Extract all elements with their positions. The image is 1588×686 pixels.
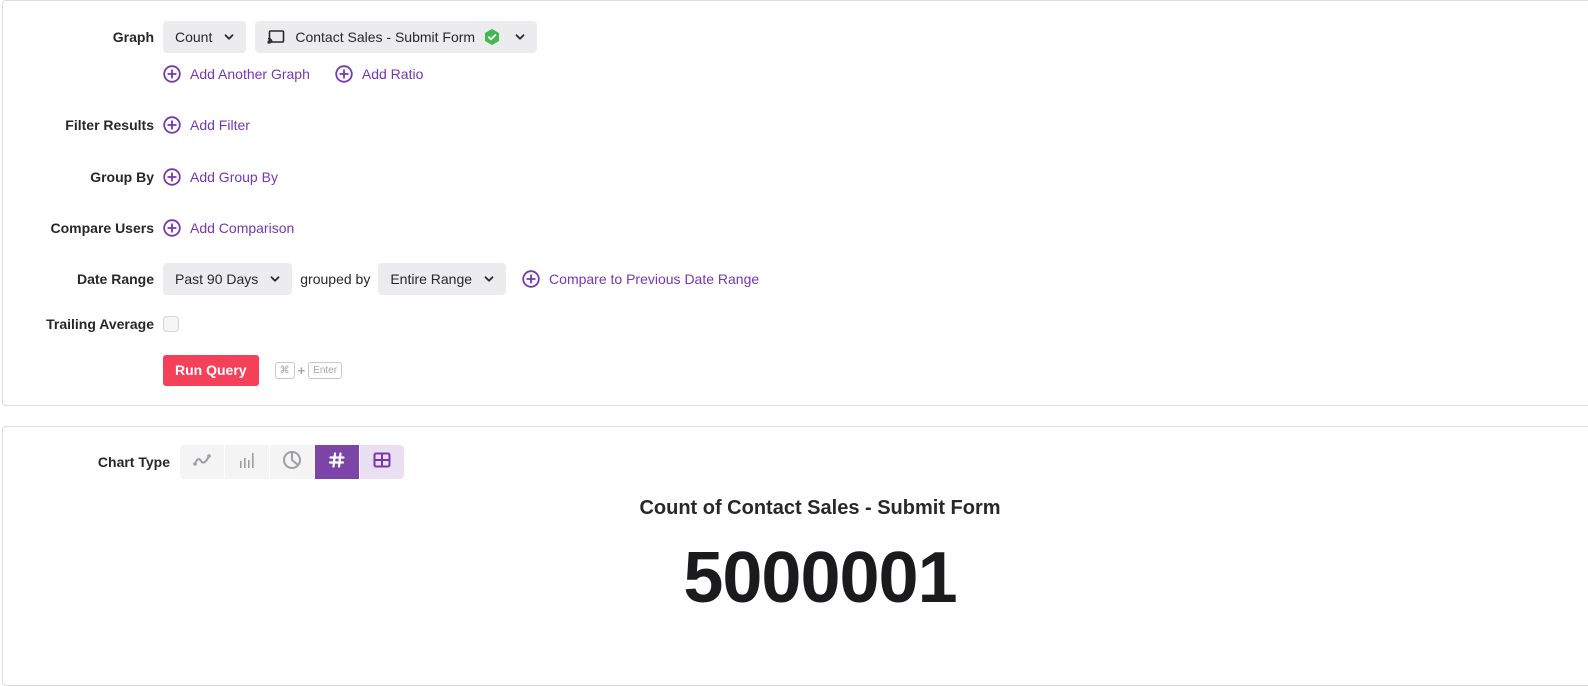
- chart-type-bar-button[interactable]: [225, 445, 269, 479]
- chevron-down-icon: [224, 32, 234, 42]
- plus-circle-icon: [163, 219, 181, 237]
- compare-previous-date-range-link[interactable]: Compare to Previous Date Range: [522, 270, 759, 288]
- trailing-average-row: Trailing Average: [3, 308, 179, 340]
- command-key: ⌘: [274, 361, 295, 379]
- graph-row: Graph Count Contact Sales - Submit Form: [3, 21, 538, 53]
- chart-type-pie-button[interactable]: [270, 445, 314, 479]
- chevron-down-icon: [484, 274, 494, 284]
- result-panel: Chart Type Count of Contact Sales - Subm…: [2, 426, 1588, 686]
- chart-type-label: Chart Type: [97, 454, 170, 470]
- grouped-by-text: grouped by: [300, 271, 371, 287]
- plus-circle-icon: [522, 270, 540, 288]
- trailing-average-checkbox[interactable]: [163, 316, 179, 332]
- compare-users-label: Compare Users: [50, 220, 155, 236]
- plus-circle-icon: [163, 65, 181, 83]
- chevron-down-icon: [270, 274, 280, 284]
- pie-chart-icon: [282, 450, 302, 475]
- add-comparison-label: Add Comparison: [190, 220, 295, 236]
- shortcut-plus: +: [297, 362, 306, 378]
- add-filter-link[interactable]: Add Filter: [163, 116, 250, 134]
- grouping-select[interactable]: Entire Range: [378, 263, 507, 295]
- query-builder-panel: Graph Count Contact Sales - Submit Form: [2, 0, 1588, 406]
- filter-label: Filter Results: [65, 117, 154, 133]
- event-name: Contact Sales - Submit Form: [295, 29, 476, 45]
- date-range-select[interactable]: Past 90 Days: [163, 263, 293, 295]
- add-another-graph-link[interactable]: Add Another Graph: [163, 65, 310, 83]
- table-icon: [373, 452, 391, 473]
- chart-type-number-button[interactable]: [315, 445, 359, 479]
- graph-label: Graph: [112, 29, 154, 45]
- screen-cast-icon: [267, 29, 285, 45]
- result-title: Count of Contact Sales - Submit Form: [639, 497, 1001, 519]
- grouping-value: Entire Range: [390, 271, 473, 287]
- compare-previous-date-range-label: Compare to Previous Date Range: [549, 271, 760, 287]
- hash-icon: [328, 451, 345, 473]
- add-filter-label: Add Filter: [190, 117, 250, 133]
- chart-type-line-button[interactable]: [180, 445, 224, 479]
- add-group-by-label: Add Group By: [190, 169, 278, 185]
- add-another-graph-label: Add Another Graph: [190, 66, 310, 82]
- compare-users-row: Compare Users Add Comparison: [3, 212, 294, 244]
- chart-type-table-button[interactable]: [360, 445, 404, 479]
- add-comparison-link[interactable]: Add Comparison: [163, 219, 294, 237]
- result-value: 5000001: [683, 538, 957, 618]
- verified-shield-icon: [483, 28, 501, 46]
- keyboard-shortcut-hint: ⌘ + Enter: [274, 361, 343, 379]
- add-ratio-link[interactable]: Add Ratio: [335, 65, 423, 83]
- plus-circle-icon: [163, 168, 181, 186]
- date-range-value: Past 90 Days: [175, 271, 259, 287]
- trailing-average-label: Trailing Average: [46, 316, 154, 332]
- run-row: Run Query ⌘ + Enter: [3, 354, 343, 386]
- add-ratio-label: Add Ratio: [361, 66, 424, 82]
- group-by-row: Group By Add Group By: [3, 161, 278, 193]
- chart-type-row: Chart Type: [3, 445, 405, 479]
- event-select[interactable]: Contact Sales - Submit Form: [255, 21, 538, 53]
- plus-circle-icon: [335, 65, 353, 83]
- add-group-by-link[interactable]: Add Group By: [163, 168, 278, 186]
- graph-actions-row: Add Another Graph Add Ratio: [3, 58, 423, 90]
- group-by-label: Group By: [90, 169, 154, 185]
- date-range-label: Date Range: [76, 271, 154, 287]
- bar-chart-icon: [238, 451, 256, 474]
- aggregation-select[interactable]: Count: [163, 21, 247, 53]
- plus-circle-icon: [163, 116, 181, 134]
- aggregation-value: Count: [175, 29, 213, 45]
- run-query-button[interactable]: Run Query: [163, 354, 259, 386]
- enter-key: Enter: [308, 361, 343, 379]
- filter-row: Filter Results Add Filter: [3, 109, 250, 141]
- chevron-down-icon: [515, 32, 525, 42]
- chart-type-toggle: [180, 445, 405, 479]
- line-chart-icon: [192, 452, 212, 473]
- date-range-row: Date Range Past 90 Days grouped by Entir…: [3, 263, 759, 295]
